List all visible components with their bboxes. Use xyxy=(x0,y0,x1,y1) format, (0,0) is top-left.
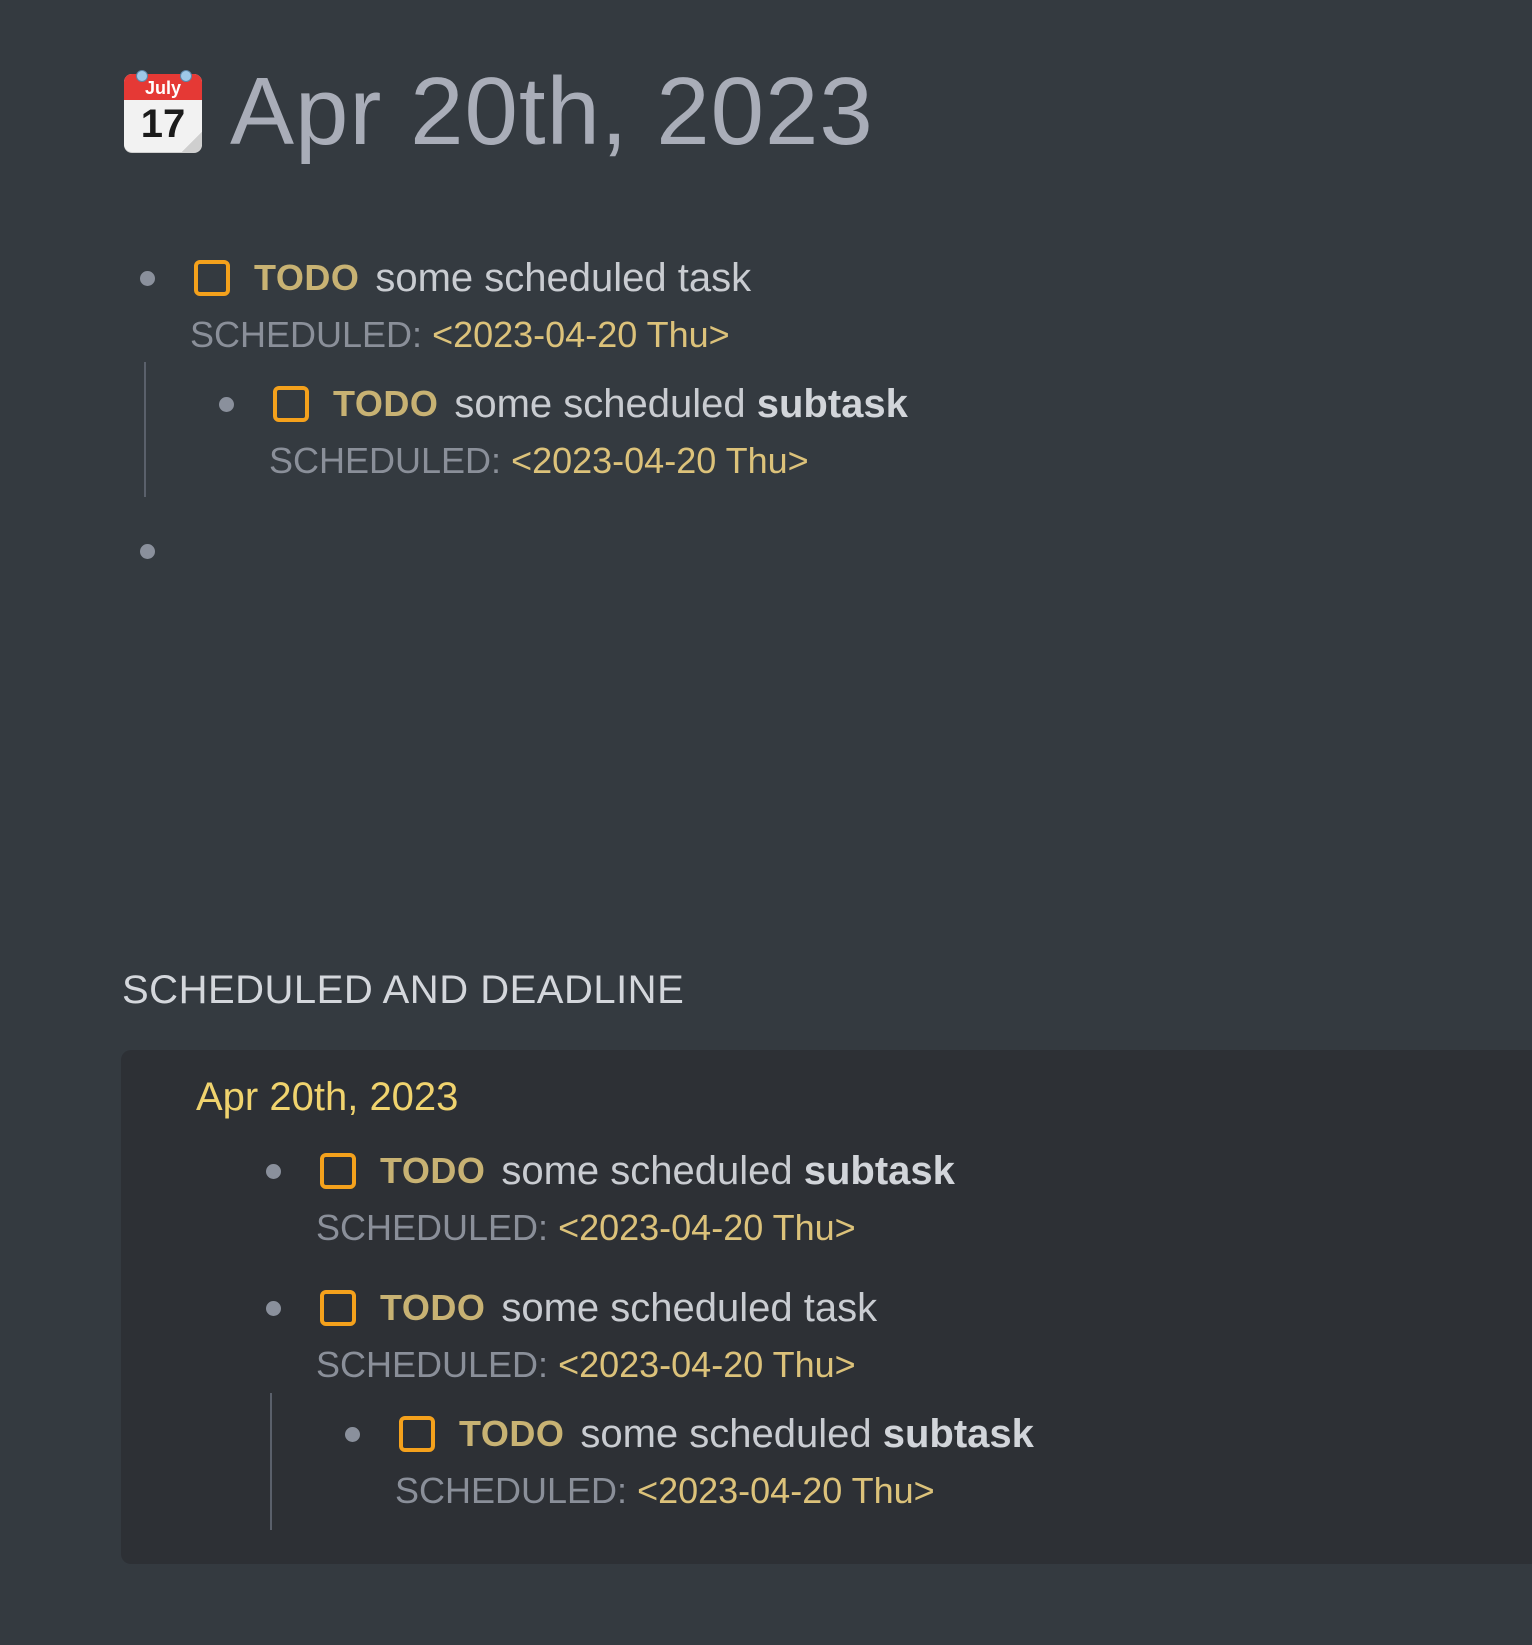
task-text-bold: subtask xyxy=(882,1411,1034,1456)
scheduled-label: SCHEDULED: xyxy=(395,1470,638,1511)
children-thread-line[interactable] xyxy=(144,362,146,497)
page-title: July 17 Apr 20th, 2023 xyxy=(122,52,874,172)
scheduled-label: SCHEDULED: xyxy=(269,440,512,481)
page-title-text[interactable]: Apr 20th, 2023 xyxy=(230,57,874,167)
block-content[interactable]: TODO some scheduled subtask xyxy=(320,1141,955,1201)
scheduled-date[interactable]: <2023-04-20 Thu> xyxy=(432,314,730,355)
todo-checkbox[interactable] xyxy=(273,386,309,422)
scheduled-label: SCHEDULED: xyxy=(316,1344,559,1385)
task-text[interactable]: some scheduled task xyxy=(375,256,751,301)
scheduled-line: SCHEDULED: <2023-04-20 Thu> xyxy=(269,436,809,486)
todo-checkbox[interactable] xyxy=(399,1416,435,1452)
task-text[interactable]: some scheduled subtask xyxy=(501,1149,955,1194)
scheduled-line: SCHEDULED: <2023-04-20 Thu> xyxy=(190,310,730,360)
block-content[interactable]: TODO some scheduled task xyxy=(194,248,751,308)
block-bullet[interactable] xyxy=(266,1164,281,1179)
todo-checkbox[interactable] xyxy=(320,1153,356,1189)
task-text-bold: subtask xyxy=(756,381,908,426)
todo-checkbox[interactable] xyxy=(194,260,230,296)
scheduled-date[interactable]: <2023-04-20 Thu> xyxy=(511,440,809,481)
scheduled-date[interactable]: <2023-04-20 Thu> xyxy=(558,1344,856,1385)
scheduled-line: SCHEDULED: <2023-04-20 Thu> xyxy=(395,1466,935,1516)
todo-marker[interactable]: TODO xyxy=(380,1150,485,1192)
block-content[interactable]: TODO some scheduled subtask xyxy=(273,374,908,434)
todo-marker[interactable]: TODO xyxy=(380,1287,485,1329)
scheduled-label: SCHEDULED: xyxy=(316,1207,559,1248)
todo-marker[interactable]: TODO xyxy=(254,257,359,299)
block-bullet-empty[interactable] xyxy=(140,544,155,559)
block-bullet[interactable] xyxy=(140,271,155,286)
task-text-plain: some scheduled xyxy=(454,381,757,426)
block-bullet[interactable] xyxy=(266,1301,281,1316)
block-bullet[interactable] xyxy=(345,1427,360,1442)
block-content[interactable]: TODO some scheduled subtask xyxy=(399,1404,1034,1464)
scheduled-line: SCHEDULED: <2023-04-20 Thu> xyxy=(316,1340,856,1390)
block-bullet[interactable] xyxy=(219,397,234,412)
scheduled-group-date[interactable]: Apr 20th, 2023 xyxy=(196,1075,458,1120)
scheduled-label: SCHEDULED: xyxy=(190,314,433,355)
scheduled-deadline-heading[interactable]: SCHEDULED AND DEADLINE xyxy=(122,968,684,1013)
calendar-icon: July 17 xyxy=(122,70,204,154)
task-text[interactable]: some scheduled subtask xyxy=(454,382,908,427)
task-text[interactable]: some scheduled task xyxy=(501,1286,877,1331)
scheduled-date[interactable]: <2023-04-20 Thu> xyxy=(558,1207,856,1248)
scheduled-line: SCHEDULED: <2023-04-20 Thu> xyxy=(316,1203,856,1253)
task-text-plain: some scheduled xyxy=(580,1411,883,1456)
todo-marker[interactable]: TODO xyxy=(333,383,438,425)
todo-marker[interactable]: TODO xyxy=(459,1413,564,1455)
children-thread-line[interactable] xyxy=(270,1393,272,1530)
empty-block[interactable] xyxy=(194,522,794,582)
task-text-bold: subtask xyxy=(803,1148,955,1193)
task-text[interactable]: some scheduled subtask xyxy=(580,1412,1034,1457)
todo-checkbox[interactable] xyxy=(320,1290,356,1326)
task-text-plain: some scheduled xyxy=(501,1148,804,1193)
block-content[interactable]: TODO some scheduled task xyxy=(320,1278,877,1338)
scheduled-date[interactable]: <2023-04-20 Thu> xyxy=(637,1470,935,1511)
